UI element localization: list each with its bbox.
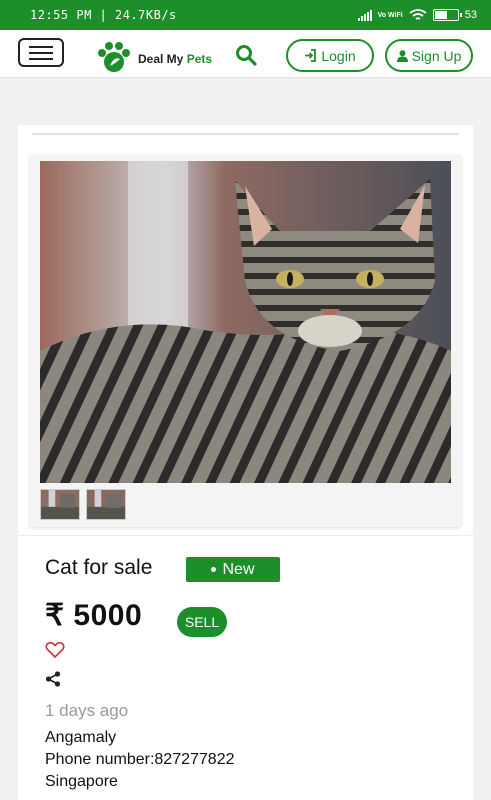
- sell-badge: SELL: [177, 607, 227, 637]
- heart-icon[interactable]: [45, 641, 65, 659]
- status-time: 12:55 PM | 24.7KB/s: [30, 8, 177, 22]
- network-label: Vo WiFi: [377, 11, 403, 19]
- login-button[interactable]: Login: [286, 39, 374, 72]
- main-photo[interactable]: [40, 161, 451, 483]
- battery-percent: 53: [464, 9, 477, 21]
- app-header: Deal My Pets Login Sign Up: [0, 30, 491, 78]
- signup-button[interactable]: Sign Up: [385, 39, 473, 72]
- condition-label: New: [222, 560, 255, 578]
- dot-icon: [211, 567, 217, 572]
- image-gallery: [30, 155, 461, 527]
- battery-icon: [432, 9, 462, 21]
- brand-suffix: Pets: [186, 52, 213, 66]
- search-icon[interactable]: [234, 43, 258, 67]
- brand-name[interactable]: Deal My Pets: [138, 52, 212, 66]
- menu-button[interactable]: [18, 38, 64, 67]
- wifi-icon: [409, 8, 427, 20]
- user-icon: [396, 49, 408, 62]
- listing-image-card: [18, 125, 473, 545]
- thumbnail-2[interactable]: [86, 489, 126, 520]
- posted-time: 1 days ago: [45, 701, 129, 720]
- status-icons: Vo WiFi 53: [357, 6, 477, 24]
- condition-badge: New: [186, 557, 280, 582]
- divider: [32, 133, 459, 135]
- login-label: Login: [321, 47, 356, 64]
- listing-title: Cat for sale: [45, 556, 153, 579]
- share-icon[interactable]: [45, 671, 61, 687]
- location-text: Angamaly: [45, 729, 117, 746]
- listing-details: Cat for sale New ₹ 5000 SELL 1 days ago …: [18, 535, 473, 800]
- listing-price: ₹ 5000: [45, 599, 143, 632]
- country-text: Singapore: [45, 773, 118, 790]
- login-icon: [305, 49, 317, 62]
- brand-prefix: Deal My: [138, 52, 184, 66]
- thumbnail-1[interactable]: [40, 489, 80, 520]
- signal-icon: [357, 9, 372, 21]
- paw-logo-icon[interactable]: [96, 39, 132, 75]
- phone-text: Phone number:827277822: [45, 751, 235, 768]
- status-bar: 12:55 PM | 24.7KB/s Vo WiFi 53: [0, 0, 491, 30]
- signup-label: Sign Up: [411, 47, 462, 64]
